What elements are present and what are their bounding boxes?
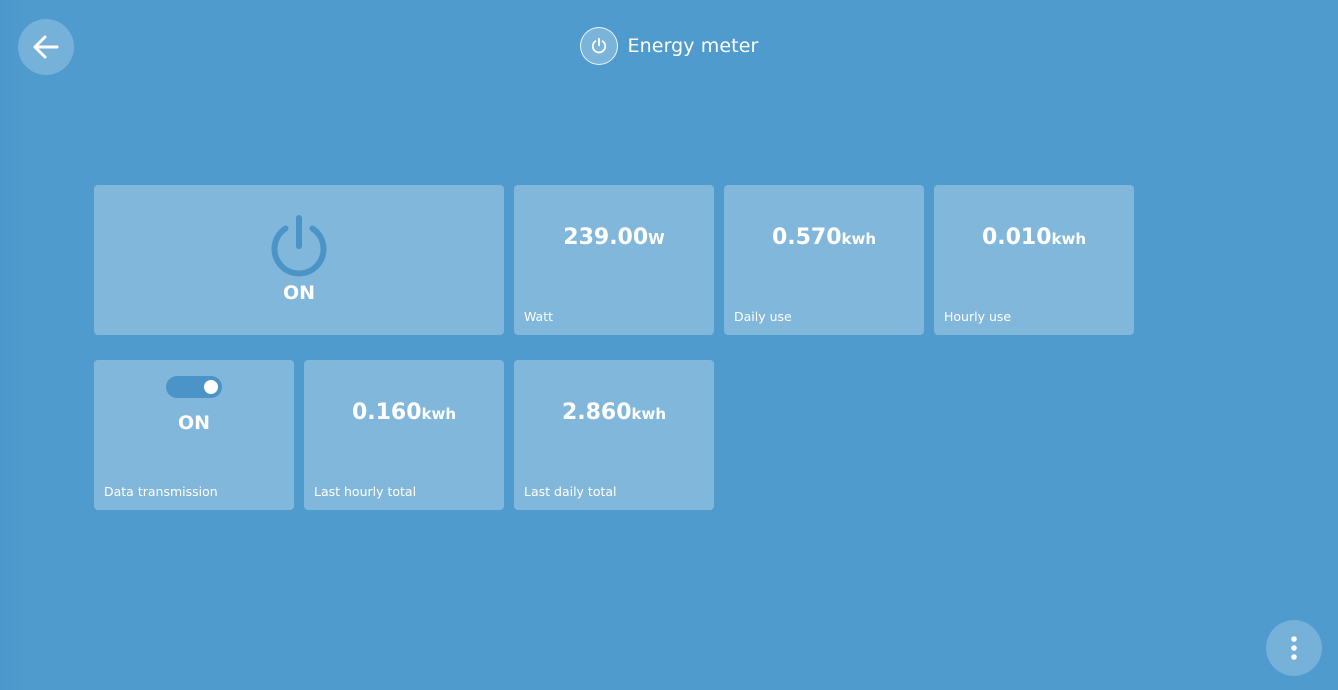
watt-label: Watt bbox=[524, 309, 554, 324]
watt-tile[interactable]: 239.00W Watt bbox=[514, 185, 714, 335]
daily-use-unit: kwh bbox=[841, 230, 877, 248]
hourly-use-unit: kwh bbox=[1051, 230, 1087, 248]
hourly-use-tile[interactable]: 0.010kwh Hourly use bbox=[934, 185, 1134, 335]
last-daily-total-unit: kwh bbox=[631, 405, 667, 423]
daily-use-number: 0.570 bbox=[771, 225, 842, 250]
watt-value: 239.00W bbox=[514, 225, 714, 250]
last-daily-total-number: 2.860 bbox=[561, 400, 632, 425]
last-hourly-total-unit: kwh bbox=[421, 405, 457, 423]
power-toggle-icon[interactable] bbox=[268, 213, 330, 281]
power-state: ON bbox=[282, 282, 316, 304]
hourly-use-value: 0.010kwh bbox=[934, 225, 1134, 250]
last-daily-total-value: 2.860kwh bbox=[514, 400, 714, 425]
page-header: Energy meter bbox=[0, 26, 1338, 66]
hourly-use-label: Hourly use bbox=[944, 309, 1012, 324]
daily-use-tile[interactable]: 0.570kwh Daily use bbox=[724, 185, 924, 335]
daily-use-label: Daily use bbox=[734, 309, 792, 324]
page-title: Energy meter bbox=[627, 35, 759, 57]
watt-unit: W bbox=[648, 230, 665, 248]
more-menu-button[interactable] bbox=[1266, 620, 1322, 676]
data-transmission-toggle[interactable] bbox=[166, 376, 222, 398]
last-hourly-total-tile[interactable]: 0.160kwh Last hourly total bbox=[304, 360, 504, 510]
data-transmission-tile[interactable]: ON Data transmission bbox=[94, 360, 294, 510]
data-transmission-state: ON bbox=[177, 412, 211, 434]
daily-use-value: 0.570kwh bbox=[724, 225, 924, 250]
last-hourly-total-value: 0.160kwh bbox=[304, 400, 504, 425]
power-icon bbox=[579, 27, 618, 65]
toggle-knob bbox=[204, 380, 218, 394]
last-daily-total-label: Last daily total bbox=[524, 484, 617, 499]
more-vertical-icon bbox=[1291, 636, 1297, 660]
power-tile[interactable]: ON bbox=[94, 185, 504, 335]
data-transmission-label: Data transmission bbox=[104, 484, 218, 499]
last-hourly-total-label: Last hourly total bbox=[314, 484, 417, 499]
hourly-use-number: 0.010 bbox=[981, 225, 1052, 250]
watt-number: 239.00 bbox=[563, 225, 649, 250]
last-hourly-total-number: 0.160 bbox=[351, 400, 422, 425]
last-daily-total-tile[interactable]: 2.860kwh Last daily total bbox=[514, 360, 714, 510]
